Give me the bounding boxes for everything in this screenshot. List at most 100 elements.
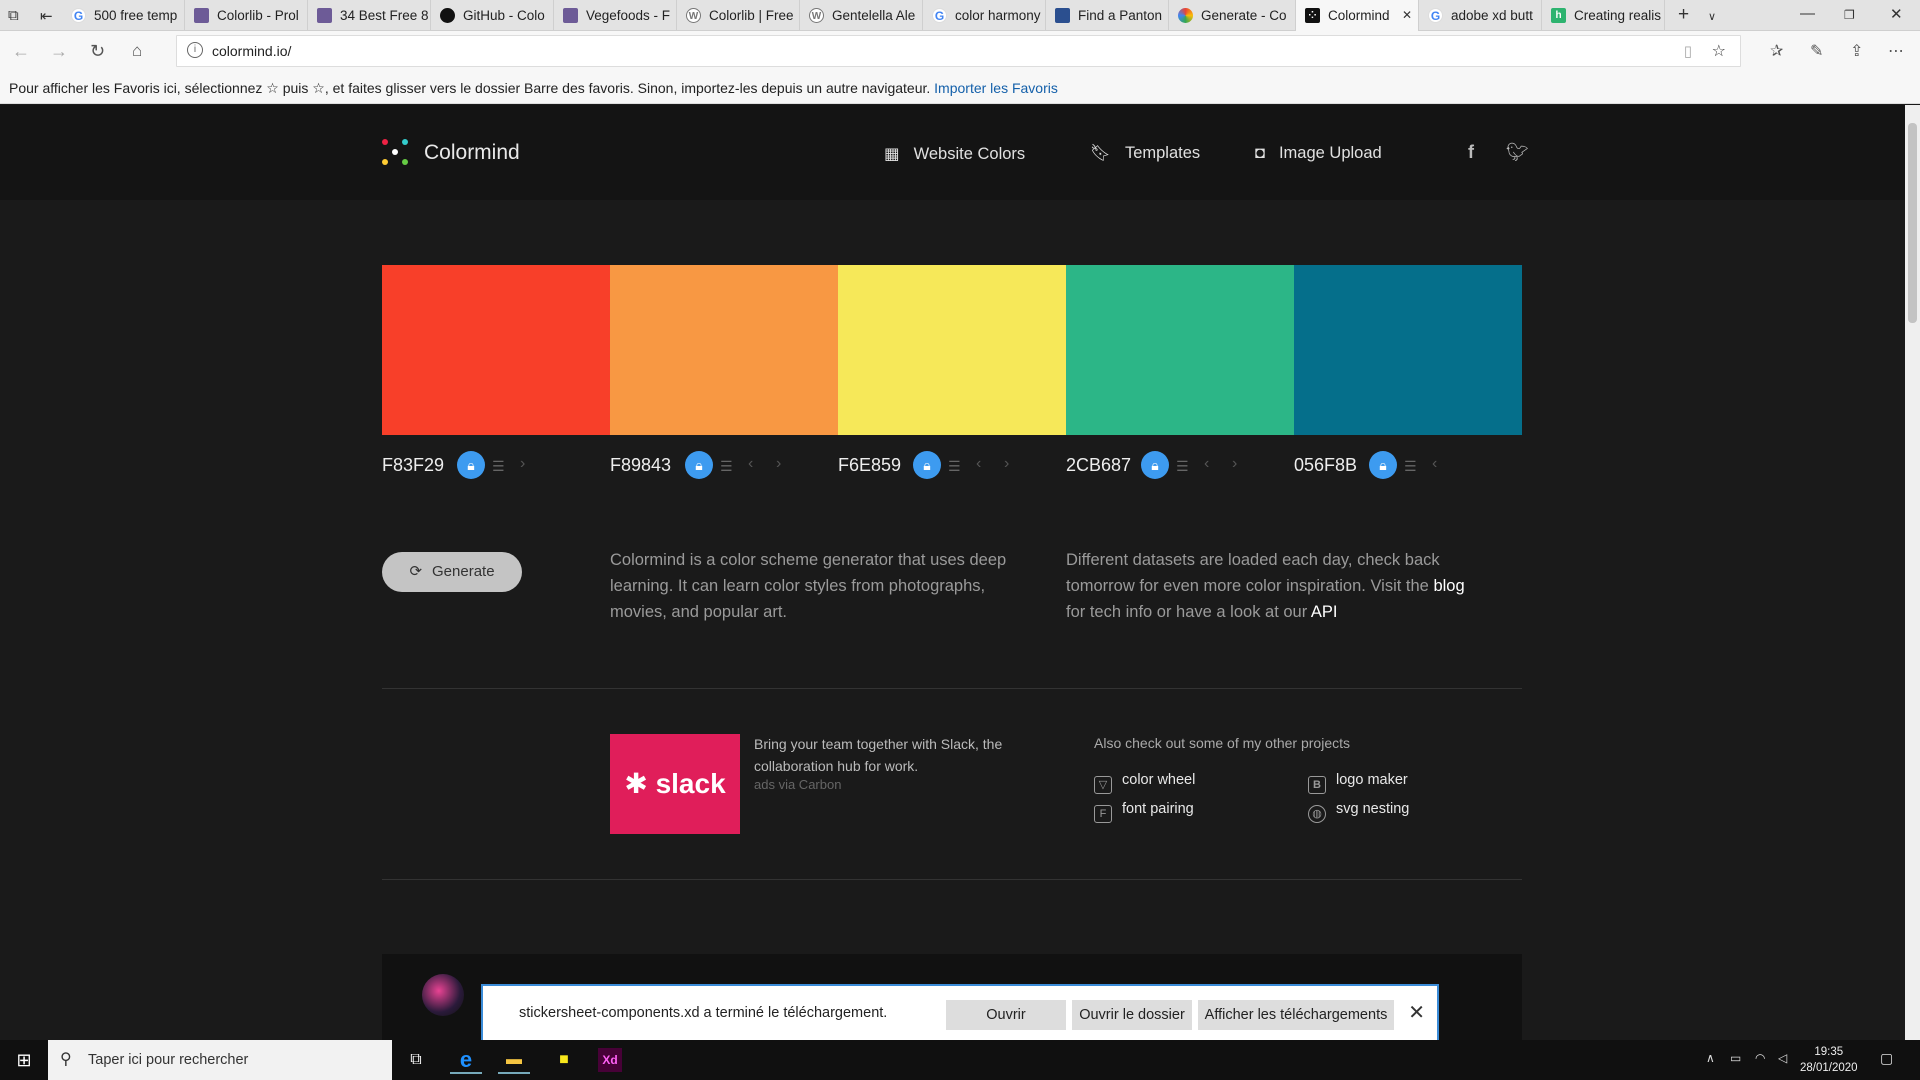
task-view-icon[interactable]: ⧉ <box>400 1046 432 1074</box>
browser-tab[interactable]: GitHub - Colo <box>431 0 554 31</box>
move-left-icon[interactable]: ‹ <box>976 455 981 473</box>
edge-icon[interactable]: e <box>450 1046 482 1074</box>
new-tab-icon[interactable]: + <box>1678 4 1689 26</box>
move-right-icon[interactable]: › <box>1004 455 1009 473</box>
project-font-pairing[interactable]: Ffont pairing <box>1094 801 1194 823</box>
minimize-icon[interactable]: — <box>1800 5 1815 22</box>
file-explorer-icon[interactable]: ▬ <box>498 1046 530 1074</box>
color-swatch[interactable] <box>1294 265 1522 435</box>
close-window-icon[interactable]: ✕ <box>1890 5 1903 23</box>
adjust-icon[interactable]: ☰ <box>492 458 505 475</box>
move-left-icon[interactable]: ‹ <box>1204 455 1209 473</box>
generate-button[interactable]: ⟳ Generate <box>382 552 522 592</box>
tab-actions-icon[interactable]: ⧉ <box>8 7 19 24</box>
lock-icon[interactable]: 🔒︎ <box>1141 451 1169 479</box>
move-left-icon[interactable]: ‹ <box>1432 455 1437 473</box>
adjust-icon[interactable]: ☰ <box>948 458 961 475</box>
set-aside-tabs-icon[interactable]: ⇤ <box>40 7 53 25</box>
sticky-notes-icon[interactable]: ■ <box>548 1046 580 1074</box>
favorites-icon[interactable]: ✰ <box>1770 41 1783 61</box>
pen-icon[interactable]: ✎ <box>1810 41 1823 61</box>
info-icon[interactable]: i <box>187 42 203 58</box>
project-color-wheel[interactable]: ▽ color wheel <box>1094 772 1195 794</box>
restore-icon[interactable]: ❐ <box>1844 8 1855 22</box>
project-svg-nesting[interactable]: ◍ svg nesting <box>1308 801 1409 823</box>
ad-via[interactable]: ads via Carbon <box>754 777 841 792</box>
color-swatch[interactable] <box>382 265 610 435</box>
share-icon[interactable]: ⇪ <box>1850 41 1863 61</box>
project-logo-maker[interactable]: Blogo maker <box>1308 772 1408 794</box>
move-right-icon[interactable]: › <box>776 455 781 473</box>
volume-icon[interactable]: ◁ <box>1778 1051 1787 1065</box>
api-link[interactable]: API <box>1311 603 1338 621</box>
ad-text[interactable]: Bring your team together with Slack, the… <box>754 733 1024 777</box>
refresh-icon[interactable]: ↻ <box>90 41 105 62</box>
browser-tab[interactable]: Gcolor harmony <box>923 0 1046 31</box>
move-right-icon[interactable]: › <box>1232 455 1237 473</box>
browser-tab[interactable]: Gadobe xd butt <box>1419 0 1542 31</box>
nav-image-upload[interactable]: ◘ Image Upload <box>1255 144 1382 163</box>
color-swatch[interactable] <box>610 265 838 435</box>
forward-icon[interactable]: → <box>50 41 68 62</box>
favorite-star-icon[interactable]: ☆ <box>1712 41 1726 61</box>
nav-website-colors[interactable]: ▦ Website Colors <box>884 144 1025 164</box>
adjust-icon[interactable]: ☰ <box>1176 458 1189 475</box>
import-favorites-link[interactable]: Importer les Favoris <box>934 80 1058 96</box>
slack-ad-logo[interactable]: ✱ slack <box>610 734 740 834</box>
facebook-icon[interactable]: f <box>1468 142 1474 163</box>
scrollbar-thumb[interactable] <box>1908 123 1917 323</box>
battery-icon[interactable]: ▭ <box>1730 1051 1741 1065</box>
color-swatch[interactable] <box>1066 265 1294 435</box>
browser-tab[interactable]: Vegefoods - F <box>554 0 677 31</box>
browser-tab[interactable]: ⁘ Colormind ✕ <box>1296 0 1419 31</box>
blog-link[interactable]: blog <box>1433 577 1464 595</box>
windows-start-icon[interactable]: ⊞ <box>8 1046 40 1074</box>
adobe-xd-icon[interactable]: Xd <box>598 1048 622 1072</box>
browser-tab[interactable]: h Creating realis <box>1542 0 1665 31</box>
open-folder-button[interactable]: Ouvrir le dossier <box>1072 1000 1192 1030</box>
browser-tab[interactable]: W Colorlib | Free <box>677 0 800 31</box>
color-swatch[interactable] <box>838 265 1066 435</box>
hex-value[interactable]: 056F8B <box>1294 455 1357 476</box>
wifi-icon[interactable]: ◠ <box>1755 1051 1765 1065</box>
move-left-icon[interactable]: ‹ <box>748 455 753 473</box>
show-downloads-button[interactable]: Afficher les téléchargements <box>1198 1000 1394 1030</box>
browser-tab[interactable]: W Gentelella Ale <box>800 0 923 31</box>
clock[interactable]: 19:35 28/01/2020 <box>1800 1044 1858 1076</box>
browser-tab[interactable]: Find a Panton <box>1046 0 1169 31</box>
url-field[interactable]: i colormind.io/ ▯ ☆ <box>176 35 1741 67</box>
lock-icon[interactable]: 🔒︎ <box>913 451 941 479</box>
tab-preview-chevron-icon[interactable]: ∨ <box>1708 10 1716 23</box>
lock-icon[interactable]: 🔒︎ <box>1369 451 1397 479</box>
colormind-logo-icon[interactable] <box>382 139 410 167</box>
hex-value[interactable]: F83F29 <box>382 455 444 476</box>
page-scrollbar[interactable] <box>1905 105 1920 1040</box>
close-tab-icon[interactable]: ✕ <box>1402 0 1412 31</box>
more-icon[interactable]: ⋯ <box>1888 41 1904 61</box>
browser-tab[interactable]: G 500 free temp <box>62 0 185 31</box>
home-icon[interactable]: ⌂ <box>132 41 142 61</box>
adjust-icon[interactable]: ☰ <box>720 458 733 475</box>
lock-icon[interactable]: 🔒︎ <box>685 451 713 479</box>
taskbar-search[interactable]: ⚲ Taper ici pour rechercher <box>48 1040 392 1080</box>
browser-tab[interactable]: 34 Best Free 8 <box>308 0 431 31</box>
lock-icon[interactable]: 🔒︎ <box>457 451 485 479</box>
browser-tab[interactable]: Generate - Co <box>1169 0 1296 31</box>
url-text[interactable]: colormind.io/ <box>212 43 291 59</box>
move-right-icon[interactable]: › <box>520 455 525 473</box>
hex-value[interactable]: 2CB687 <box>1066 455 1131 476</box>
twitter-icon[interactable]: 🐦︎ <box>1506 142 1529 163</box>
close-icon[interactable]: ✕ <box>1408 1000 1425 1025</box>
open-button[interactable]: Ouvrir <box>946 1000 1066 1030</box>
hex-value[interactable]: F6E859 <box>838 455 901 476</box>
tray-chevron-icon[interactable]: ∧ <box>1706 1051 1715 1065</box>
notifications-icon[interactable]: ▢ <box>1880 1050 1893 1067</box>
brand-name[interactable]: Colormind <box>424 141 520 165</box>
reading-view-icon[interactable]: ▯ <box>1684 42 1692 60</box>
browser-tab[interactable]: Colorlib - Prol <box>185 0 308 31</box>
divider <box>382 879 1522 880</box>
back-icon[interactable]: ← <box>12 41 30 62</box>
nav-templates[interactable]: 🔖︎ Templates <box>1090 144 1200 163</box>
adjust-icon[interactable]: ☰ <box>1404 458 1417 475</box>
hex-value[interactable]: F89843 <box>610 455 671 476</box>
